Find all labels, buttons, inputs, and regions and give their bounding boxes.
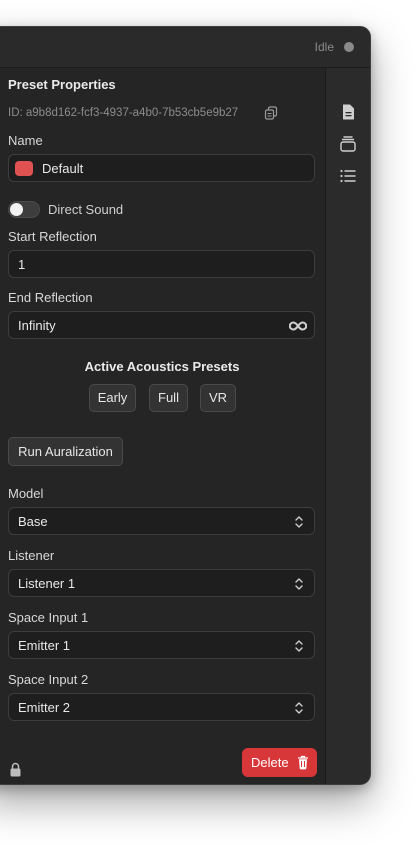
lock-icon[interactable] xyxy=(9,762,22,777)
infinity-icon[interactable] xyxy=(289,320,307,332)
name-label: Name xyxy=(8,133,43,148)
chevron-updown-icon xyxy=(295,516,303,528)
panel-title: Preset Properties xyxy=(8,77,116,92)
space-input-2-label: Space Input 2 xyxy=(8,672,89,687)
space-input-1-select[interactable]: Emitter 1 xyxy=(8,631,315,659)
space-input-1-label: Space Input 1 xyxy=(8,610,89,625)
app-window: Idle Preset Properties ID: a9b8d162-fcf3… xyxy=(0,26,371,785)
chevron-updown-icon xyxy=(295,702,303,714)
chevron-updown-icon xyxy=(295,640,303,652)
end-reflection-label: End Reflection xyxy=(8,290,93,305)
preset-vr-button[interactable]: VR xyxy=(200,384,236,412)
chevron-updown-icon xyxy=(295,578,303,590)
list-icon[interactable] xyxy=(339,167,357,185)
direct-sound-label: Direct Sound xyxy=(48,202,124,217)
start-reflection-input[interactable]: 1 xyxy=(8,250,315,278)
color-swatch[interactable] xyxy=(15,161,33,176)
active-presets-title: Active Acoustics Presets xyxy=(84,359,240,374)
trash-icon xyxy=(298,755,308,770)
model-select[interactable]: Base xyxy=(8,507,315,535)
start-reflection-label: Start Reflection xyxy=(8,229,97,244)
listener-select[interactable]: Listener 1 xyxy=(8,569,315,597)
listener-value: Listener 1 xyxy=(18,576,76,591)
preset-full-button[interactable]: Full xyxy=(149,384,188,412)
status-text: Idle xyxy=(314,40,334,54)
titlebar: Idle xyxy=(0,27,370,68)
space-input-2-select[interactable]: Emitter 2 xyxy=(8,693,315,721)
direct-sound-toggle[interactable] xyxy=(8,201,40,218)
delete-label: Delete xyxy=(251,755,289,770)
end-reflection-value: Infinity xyxy=(18,318,56,333)
run-auralization-button[interactable]: Run Auralization xyxy=(8,437,123,466)
name-field[interactable]: Default xyxy=(8,154,315,182)
preset-id: ID: a9b8d162-fcf3-4937-a4b0-7b53cb5e9b27 xyxy=(8,107,239,119)
copy-icon[interactable] xyxy=(264,106,278,120)
right-sidebar xyxy=(326,68,370,784)
status-indicator-dot xyxy=(344,42,354,52)
stack-icon[interactable] xyxy=(339,135,357,153)
model-label: Model xyxy=(8,486,44,501)
listener-label: Listener xyxy=(8,548,55,563)
space-input-2-value: Emitter 2 xyxy=(18,700,71,715)
start-reflection-value: 1 xyxy=(18,257,26,272)
end-reflection-input[interactable]: Infinity xyxy=(8,311,315,339)
delete-button[interactable]: Delete xyxy=(242,748,317,777)
document-icon[interactable] xyxy=(339,103,357,121)
space-input-1-value: Emitter 1 xyxy=(18,638,71,653)
name-value: Default xyxy=(42,161,84,176)
toggle-knob xyxy=(10,203,23,216)
model-value: Base xyxy=(18,514,48,529)
preset-early-button[interactable]: Early xyxy=(89,384,136,412)
